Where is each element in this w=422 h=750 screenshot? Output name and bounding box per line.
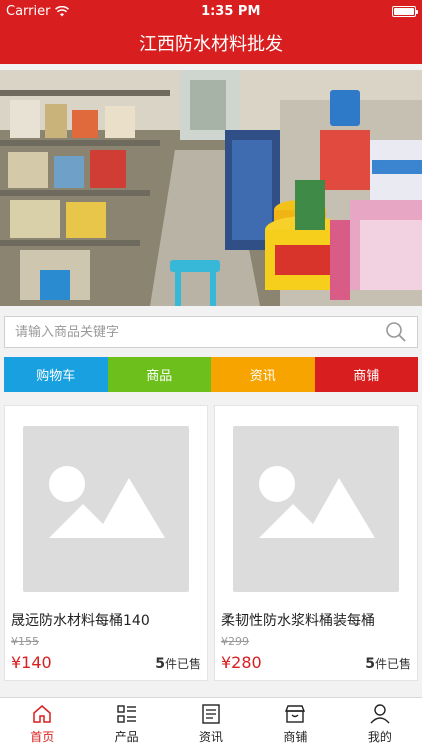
tab-news[interactable]: 资讯 [169,698,253,750]
tab-label: 商铺 [283,730,308,744]
tab-label: 首页 [30,730,55,744]
product-name: 晟远防水材料每桶140 [11,613,150,629]
category-label: 购物车 [36,369,76,384]
carrier-label: Carrier [6,3,51,19]
product-card[interactable]: 柔韧性防水浆料桶装每桶 ¥299 ¥280 5件已售 [214,405,418,681]
tab-label: 我的 [367,730,392,744]
product-card[interactable]: 晟远防水材料每桶140 ¥155 ¥140 5件已售 [4,405,208,681]
tab-home[interactable]: 首页 [0,698,84,750]
sold-suffix: 件已售 [374,657,411,671]
product-sold-count: 5件已售 [155,655,201,672]
tab-products[interactable]: 产品 [84,698,168,750]
home-icon [33,705,51,723]
product-price: ¥140 [11,653,52,672]
search-input[interactable] [15,324,385,340]
sold-number: 5 [365,656,375,672]
tab-profile[interactable]: 我的 [338,698,422,750]
search-icon[interactable] [385,321,407,343]
search-bar[interactable] [4,316,418,348]
category-label: 商品 [146,369,173,384]
list-icon [116,705,136,723]
user-icon [370,704,390,724]
product-image-placeholder [23,426,189,592]
tab-label: 产品 [114,730,139,744]
category-products-button[interactable]: 商品 [107,357,211,392]
product-original-price: ¥299 [221,635,249,648]
sold-suffix: 件已售 [164,657,201,671]
news-icon [202,704,220,724]
product-name: 柔韧性防水浆料桶装每桶 [221,613,375,629]
image-placeholder-icon [259,466,375,538]
tab-label: 资讯 [199,730,224,744]
category-label: 资讯 [249,369,276,384]
tab-shop[interactable]: 商铺 [253,698,337,750]
product-sold-count: 5件已售 [365,655,411,672]
sold-number: 5 [155,656,165,672]
bottom-tab-bar: 首页 产品 资讯 商铺 我的 [0,697,422,750]
product-image-placeholder [233,426,399,592]
product-original-price: ¥155 [11,635,39,648]
product-grid: 晟远防水材料每桶140 ¥155 ¥140 5件已售 柔韧性防水浆料桶装每桶 ¥… [4,405,418,681]
wifi-icon [55,5,70,16]
category-label: 商铺 [353,369,380,384]
app-header: 江西防水材料批发 [0,22,422,64]
battery-icon [391,5,418,17]
status-bar: Carrier 1:35 PM [0,0,422,22]
shop-icon [285,705,306,723]
category-nav: 购物车 商品 资讯 商铺 [4,357,418,392]
page-title: 江西防水材料批发 [139,34,283,55]
image-placeholder-icon [49,466,165,538]
store-photo [0,70,422,306]
clock: 1:35 PM [201,3,261,19]
category-cart-button[interactable]: 购物车 [4,357,108,392]
product-price: ¥280 [221,653,262,672]
category-shop-button[interactable]: 商铺 [314,357,418,392]
category-news-button[interactable]: 资讯 [211,357,315,392]
status-left: Carrier [6,3,70,19]
store-banner-image[interactable] [0,70,422,306]
